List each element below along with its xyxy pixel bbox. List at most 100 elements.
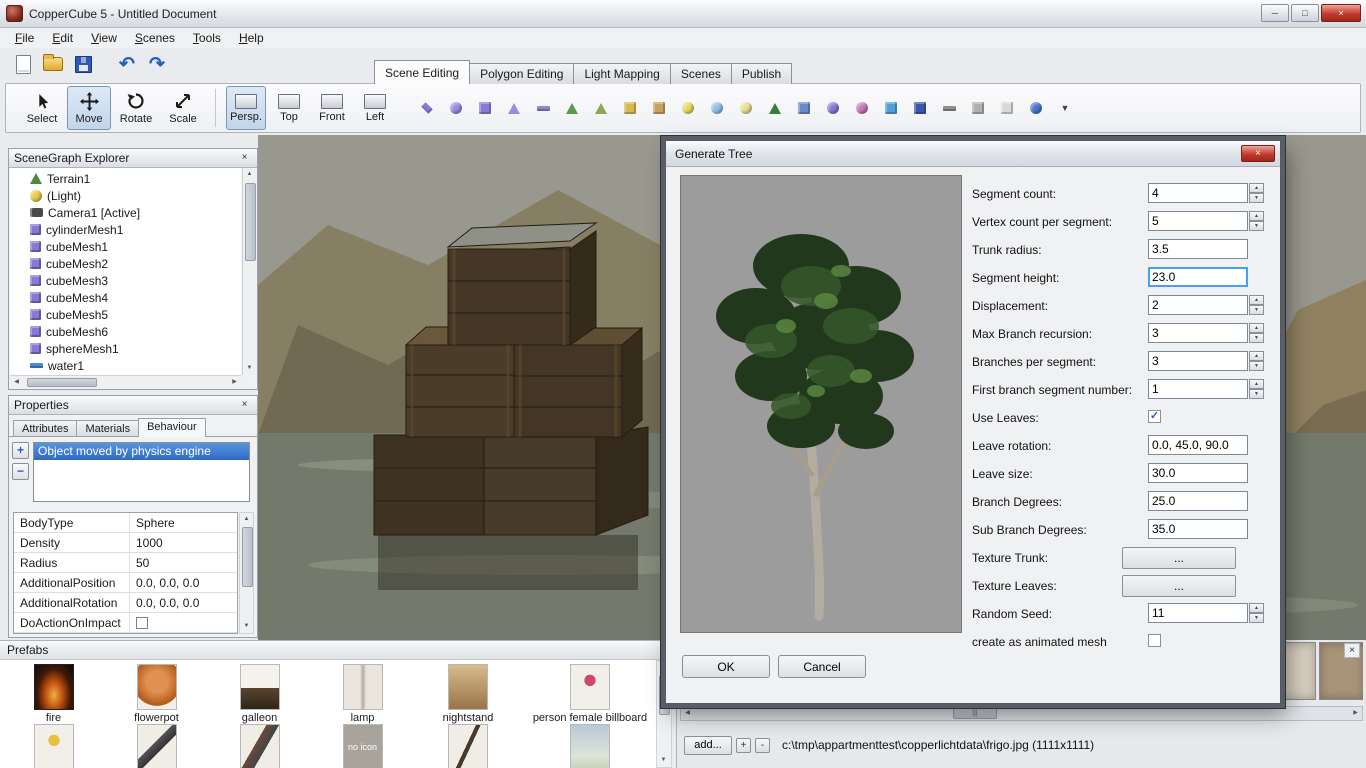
spin-down-icon[interactable]: ▼	[1249, 361, 1264, 371]
create-connector-icon[interactable]	[968, 98, 988, 118]
spin-down-icon[interactable]: ▼	[1249, 389, 1264, 399]
view-front-button[interactable]: Front	[312, 86, 352, 130]
close-window-button[interactable]: ×	[1321, 4, 1361, 22]
field-displacement[interactable]	[1148, 295, 1248, 315]
cancel-button[interactable]: Cancel	[778, 655, 866, 678]
add-texture-button[interactable]: add...	[684, 736, 732, 755]
create-skydome-icon[interactable]	[823, 98, 843, 118]
more-nodes-dropdown-icon[interactable]: ▼	[1055, 98, 1075, 118]
prefab-person-female-billboard[interactable]: person female billboard	[522, 664, 656, 724]
create-billboard-icon[interactable]	[881, 98, 901, 118]
view-persp-button[interactable]: Persp.	[226, 86, 266, 130]
checkbox-create-as-animated-mesh[interactable]	[1148, 634, 1161, 647]
create-sphere-icon[interactable]	[446, 98, 466, 118]
create-plane2-icon[interactable]	[533, 98, 553, 118]
minimize-button[interactable]: ─	[1261, 4, 1289, 22]
behavior-item-object-moved-by-physics-engine[interactable]: Object moved by physics engine	[34, 443, 249, 460]
prefab-revolver[interactable]	[208, 724, 311, 768]
create-overlay2d-icon[interactable]	[997, 98, 1017, 118]
prefab-galleon[interactable]: galleon	[208, 664, 311, 724]
texture-scrollbar[interactable]: ◀ ||| ▶	[680, 706, 1363, 721]
import-mesh-icon[interactable]	[620, 98, 640, 118]
view-top-button[interactable]: Top	[269, 86, 309, 130]
menu-help[interactable]: Help	[230, 29, 273, 47]
scenegraph-item-cubemesh5[interactable]: cubeMesh5	[10, 306, 241, 323]
ok-button[interactable]: OK	[682, 655, 770, 678]
remove-behavior-button[interactable]: −	[12, 463, 29, 480]
prefab-pistol[interactable]	[105, 724, 208, 768]
spin-down-icon[interactable]: ▼	[1249, 305, 1264, 315]
texture-scroll-thumb[interactable]: |||	[953, 708, 997, 719]
property-row-doactiononimpact[interactable]: DoActionOnImpact	[14, 613, 237, 633]
spin-up-icon[interactable]: ▲	[1249, 295, 1264, 305]
create-terrain-icon[interactable]	[562, 98, 582, 118]
scroll-thumb[interactable]	[245, 183, 256, 261]
prefab-sky[interactable]	[522, 724, 656, 768]
menu-scenes[interactable]: Scenes	[126, 29, 184, 47]
zoom-out-button[interactable]: -	[755, 738, 770, 753]
scenegraph-close-icon[interactable]: ×	[237, 151, 252, 165]
create-grid-icon[interactable]	[794, 98, 814, 118]
spin-up-icon[interactable]: ▲	[1249, 351, 1264, 361]
prefab-no-icon[interactable]: no icon	[311, 724, 414, 768]
field-sub-branch-degrees[interactable]	[1148, 519, 1248, 539]
property-row-bodytype[interactable]: BodyTypeSphere	[14, 513, 237, 533]
new-document-button[interactable]	[8, 50, 38, 78]
properties-close-icon[interactable]: ×	[237, 398, 252, 412]
create-cone-icon[interactable]	[504, 98, 524, 118]
properties-tab-materials[interactable]: Materials	[76, 420, 139, 437]
scenegraph-vertical-scrollbar[interactable]: ▲ ▼	[242, 168, 257, 375]
field-random-seed[interactable]	[1148, 603, 1248, 623]
create-flower-icon[interactable]	[852, 98, 872, 118]
scroll-left-icon[interactable]: ◀	[10, 376, 23, 389]
create-tree-icon[interactable]	[765, 98, 785, 118]
button-texture-trunk[interactable]: ...	[1122, 547, 1236, 569]
clipboard-icon[interactable]	[649, 98, 669, 118]
property-row-radius[interactable]: Radius50	[14, 553, 237, 573]
prefab-person[interactable]	[2, 724, 105, 768]
spin-up-icon[interactable]: ▲	[1249, 183, 1264, 193]
create-path-icon[interactable]	[939, 98, 959, 118]
scroll-thumb[interactable]	[27, 378, 97, 387]
spin-down-icon[interactable]: ▼	[1249, 333, 1264, 343]
prefab-flowerpot[interactable]: flowerpot	[105, 664, 208, 724]
scenegraph-item-spheremesh1[interactable]: sphereMesh1	[10, 340, 241, 357]
create-particle-icon[interactable]	[707, 98, 727, 118]
create-globe-icon[interactable]	[1026, 98, 1046, 118]
create-plane-icon[interactable]	[417, 98, 437, 118]
prefab-nightstand[interactable]: nightstand	[414, 664, 522, 724]
scenegraph-item-cubemesh2[interactable]: cubeMesh2	[10, 255, 241, 272]
scenegraph-item-cubemesh3[interactable]: cubeMesh3	[10, 272, 241, 289]
scroll-down-icon[interactable]: ▼	[243, 362, 256, 375]
scenegraph-item-terrain1[interactable]: Terrain1	[10, 170, 241, 187]
property-row-additionalposition[interactable]: AdditionalPosition0.0, 0.0, 0.0	[14, 573, 237, 593]
scenegraph-item-camera1-active[interactable]: Camera1 [Active]	[10, 204, 241, 221]
move-tool-button[interactable]: Move	[67, 86, 111, 130]
menu-view[interactable]: View	[82, 29, 126, 47]
field-leave-size[interactable]	[1148, 463, 1248, 483]
save-document-button[interactable]	[68, 50, 98, 78]
scroll-thumb[interactable]	[242, 527, 253, 587]
button-texture-leaves[interactable]: ...	[1122, 575, 1236, 597]
create-light-icon[interactable]	[678, 98, 698, 118]
checkbox-use-leaves[interactable]: ✓	[1148, 410, 1161, 423]
scenegraph-item-light[interactable]: (Light)	[10, 187, 241, 204]
scroll-right-icon[interactable]: ▶	[228, 376, 241, 389]
dialog-titlebar[interactable]: Generate Tree ×	[666, 141, 1280, 167]
menu-tools[interactable]: Tools	[184, 29, 230, 47]
field-branches-per-segment[interactable]	[1148, 351, 1248, 371]
spin-up-icon[interactable]: ▲	[1249, 379, 1264, 389]
field-branch-degrees[interactable]	[1148, 491, 1248, 511]
zoom-in-button[interactable]: +	[736, 738, 751, 753]
menu-edit[interactable]: Edit	[43, 29, 82, 47]
open-document-button[interactable]	[38, 50, 68, 78]
rotate-tool-button[interactable]: Rotate	[114, 86, 158, 130]
spin-down-icon[interactable]: ▼	[1249, 193, 1264, 203]
spin-up-icon[interactable]: ▲	[1249, 323, 1264, 333]
create-sound-icon[interactable]	[910, 98, 930, 118]
scroll-left-icon[interactable]: ◀	[681, 707, 694, 720]
tab-scene-editing[interactable]: Scene Editing	[374, 60, 470, 84]
field-trunk-radius[interactable]	[1148, 239, 1248, 259]
property-row-additionalrotation[interactable]: AdditionalRotation0.0, 0.0, 0.0	[14, 593, 237, 613]
property-row-density[interactable]: Density1000	[14, 533, 237, 553]
